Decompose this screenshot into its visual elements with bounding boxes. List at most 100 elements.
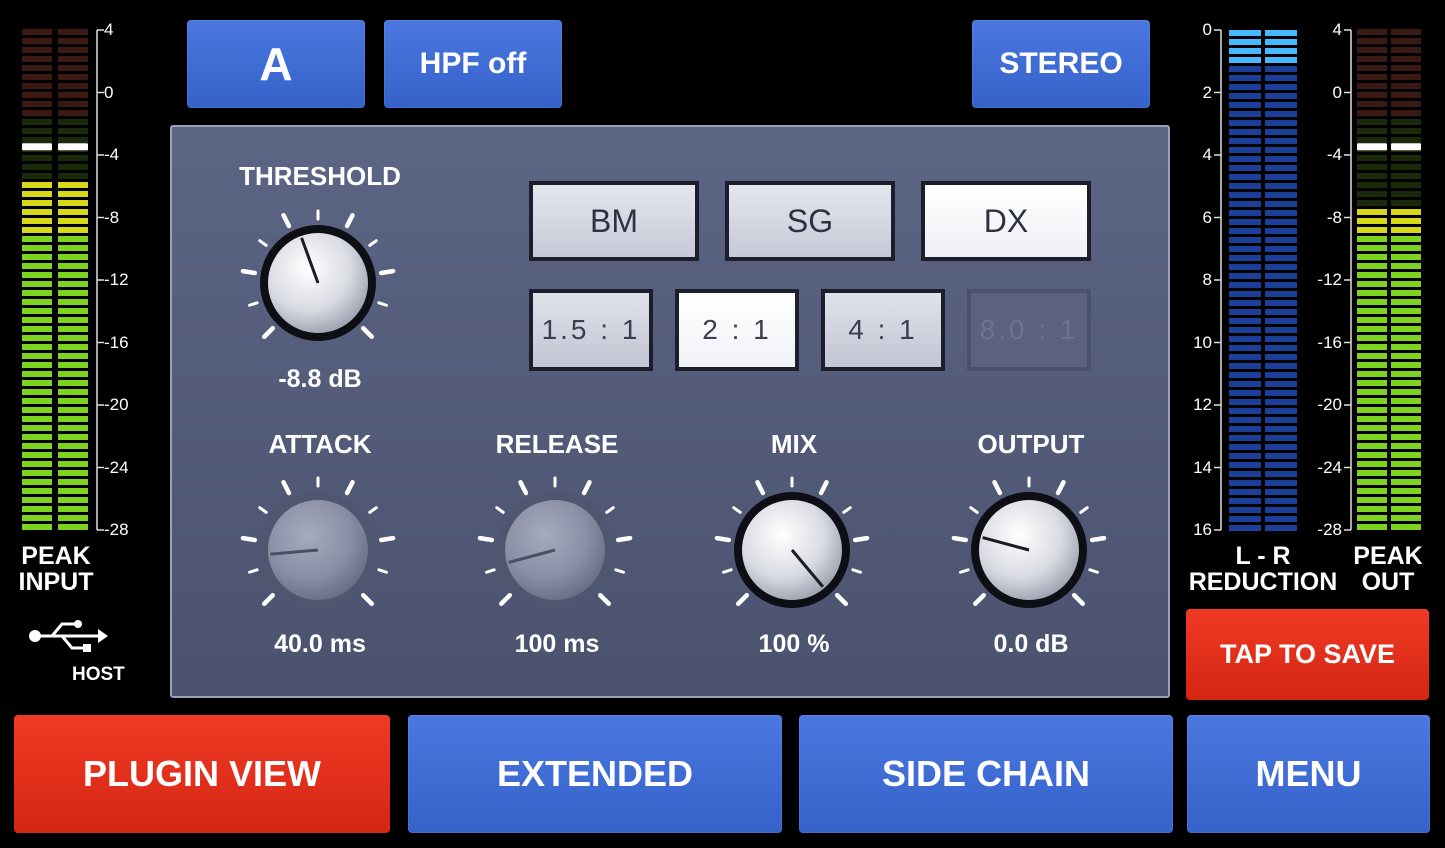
threshold-knob[interactable] bbox=[238, 203, 398, 363]
output-meter-segment bbox=[1357, 119, 1387, 125]
reduction-meter-segment bbox=[1265, 57, 1297, 63]
knob-tick bbox=[1089, 535, 1107, 543]
mode-dx-button[interactable]: DX bbox=[921, 181, 1091, 261]
reduction-meter-segment bbox=[1229, 327, 1261, 333]
output-meter-segment bbox=[1357, 326, 1387, 332]
attack-knob[interactable] bbox=[238, 470, 398, 630]
knob-tick bbox=[1079, 506, 1089, 514]
knob-tick bbox=[262, 593, 275, 606]
reduction-meter-segment bbox=[1265, 480, 1297, 486]
knob-tick bbox=[736, 593, 749, 606]
tap-to-save-button[interactable]: TAP TO SAVE bbox=[1186, 609, 1429, 700]
input-meter-segment bbox=[58, 461, 88, 467]
knob-tick bbox=[1072, 593, 1085, 606]
reduction-meter-segment bbox=[1229, 372, 1261, 378]
reduction-meter-segment bbox=[1265, 264, 1297, 270]
tab-extended[interactable]: EXTENDED bbox=[408, 715, 782, 833]
input-meter-segment bbox=[22, 245, 52, 251]
release-knob[interactable] bbox=[475, 470, 635, 630]
knob-tick bbox=[248, 568, 259, 574]
output-meter-segment bbox=[1357, 335, 1387, 341]
output-meter-segment bbox=[1391, 29, 1421, 35]
reduction-meter-segment bbox=[1265, 426, 1297, 432]
knob-tick bbox=[959, 568, 970, 574]
mix-value: 100 % bbox=[758, 630, 830, 658]
input-meter-segment bbox=[22, 380, 52, 386]
input-meter-segment bbox=[58, 263, 88, 269]
reduction-meter-segment bbox=[1265, 219, 1297, 225]
input-meter-segment bbox=[58, 47, 88, 53]
input-meter-segment bbox=[58, 515, 88, 521]
reduction-scale-label: 6 bbox=[1202, 207, 1212, 227]
mode-sg-button[interactable]: SG bbox=[725, 181, 895, 261]
reduction-meter-segment bbox=[1229, 516, 1261, 522]
input-meter-segment bbox=[58, 380, 88, 386]
output-meter-segment bbox=[1391, 326, 1421, 332]
knob-tick bbox=[378, 268, 396, 276]
tab-side-chain[interactable]: SIDE CHAIN bbox=[799, 715, 1173, 833]
reduction-meter-segment bbox=[1265, 327, 1297, 333]
reduction-meter-segment bbox=[1229, 102, 1261, 108]
output-meter-segment bbox=[1357, 101, 1387, 107]
reduction-meter-segment bbox=[1229, 489, 1261, 495]
ratio-1-5-button[interactable]: 1.5 : 1 bbox=[529, 289, 653, 371]
reduction-line1: L - R bbox=[1235, 542, 1291, 570]
output-knob[interactable] bbox=[949, 470, 1109, 630]
mode-bm-button[interactable]: BM bbox=[529, 181, 699, 261]
output-scale-label: -12 bbox=[1317, 270, 1342, 289]
input-scale-label: -12 bbox=[104, 270, 129, 289]
input-scale-label: -20 bbox=[104, 395, 129, 414]
reduction-meter-segment bbox=[1229, 381, 1261, 387]
output-meter-segment bbox=[1391, 299, 1421, 305]
reduction-meter-segment bbox=[1265, 129, 1297, 135]
input-meter-segment bbox=[22, 47, 52, 53]
output-meter-segment bbox=[1391, 92, 1421, 98]
input-meter-segment bbox=[22, 317, 52, 323]
output-meter-segment bbox=[1391, 479, 1421, 485]
output-meter-segment bbox=[1391, 173, 1421, 179]
reduction-meter-segment bbox=[1265, 498, 1297, 504]
output-meter-segment bbox=[1357, 353, 1387, 359]
reduction-meter-segment bbox=[1265, 228, 1297, 234]
output-meter-segment bbox=[1357, 308, 1387, 314]
input-meter-segment bbox=[58, 272, 88, 278]
mix-knob[interactable] bbox=[712, 470, 872, 630]
input-meter-segment bbox=[22, 434, 52, 440]
ratio-4-button[interactable]: 4 : 1 bbox=[821, 289, 945, 371]
input-meter-segment bbox=[22, 299, 52, 305]
output-meter-segment bbox=[1391, 272, 1421, 278]
output-meter-segment bbox=[1357, 227, 1387, 233]
input-scale-label: -8 bbox=[104, 207, 120, 227]
reduction-scale-label: 14 bbox=[1193, 457, 1212, 477]
reduction-meter-segment bbox=[1229, 435, 1261, 441]
ratio-2-button[interactable]: 2 : 1 bbox=[675, 289, 799, 371]
tab-menu[interactable]: MENU bbox=[1187, 715, 1430, 833]
reduction-meter-segment bbox=[1265, 255, 1297, 261]
preset-a-button[interactable]: A bbox=[187, 20, 365, 108]
stereo-button[interactable]: STEREO bbox=[972, 20, 1150, 108]
reduction-meter-segment bbox=[1265, 354, 1297, 360]
input-meter-segment bbox=[22, 488, 52, 494]
input-meter-segment bbox=[58, 479, 88, 485]
reduction-meter-segment bbox=[1265, 453, 1297, 459]
output-meter-segment bbox=[1391, 443, 1421, 449]
peak-out-line2: OUT bbox=[1361, 568, 1415, 596]
input-meter-segment bbox=[22, 353, 52, 359]
output-meter-segment bbox=[1357, 416, 1387, 422]
input-meter-segment bbox=[22, 56, 52, 62]
output-meter-segment bbox=[1391, 524, 1421, 530]
input-meter-segment bbox=[58, 407, 88, 413]
output-meter-segment bbox=[1357, 434, 1387, 440]
output-meter-segment bbox=[1391, 209, 1421, 215]
reduction-meter-segment bbox=[1265, 30, 1297, 36]
reduction-scale-label: 8 bbox=[1202, 270, 1212, 289]
ratio-8-button[interactable]: 8.0 : 1 bbox=[967, 289, 1091, 371]
input-scale-label: -24 bbox=[104, 457, 129, 477]
input-meter-segment bbox=[58, 371, 88, 377]
reduction-meter-segment bbox=[1229, 48, 1261, 54]
hpf-button[interactable]: HPF off bbox=[384, 20, 562, 108]
knob-tick bbox=[377, 301, 388, 307]
tab-plugin-view[interactable]: PLUGIN VIEW bbox=[14, 715, 390, 833]
output-meter-segment bbox=[1357, 290, 1387, 296]
input-meter-segment bbox=[58, 434, 88, 440]
